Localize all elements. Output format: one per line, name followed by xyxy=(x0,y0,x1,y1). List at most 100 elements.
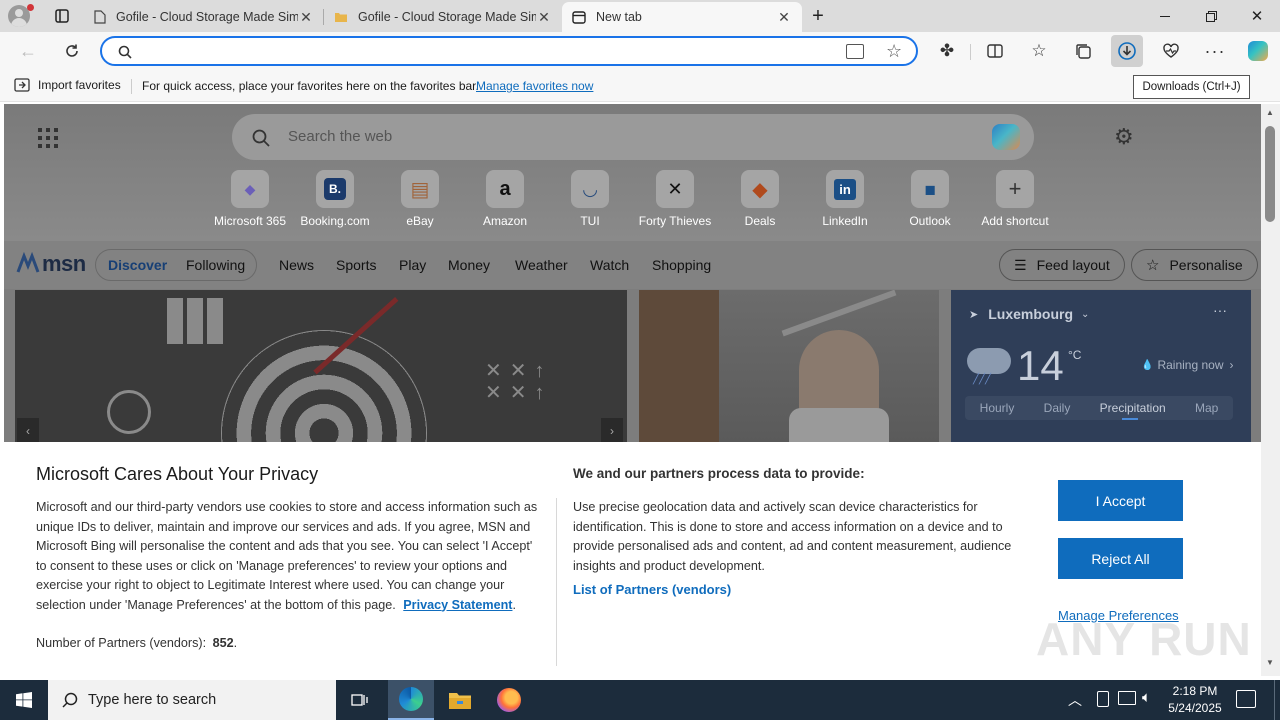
restore-button[interactable] xyxy=(1188,0,1234,32)
weather-condition[interactable]: 💧 Raining now › xyxy=(1141,358,1234,372)
nav-shopping[interactable]: Shopping xyxy=(652,257,711,273)
tray-device-icon[interactable] xyxy=(1097,691,1109,707)
notifications-button[interactable] xyxy=(1236,690,1256,708)
favorite-star-icon[interactable]: ☆ xyxy=(886,41,902,62)
shortcut-linkedin[interactable]: in LinkedIn xyxy=(805,170,885,228)
carousel-prev-button[interactable]: ‹ xyxy=(17,418,39,444)
shortcut-booking[interactable]: B. Booking.com xyxy=(295,170,375,228)
nav-weather[interactable]: Weather xyxy=(515,257,568,273)
news-card-gym[interactable] xyxy=(639,290,939,444)
weather-tab-map[interactable]: Map xyxy=(1195,401,1218,415)
list-of-partners-link[interactable]: List of Partners (vendors) xyxy=(573,582,731,597)
app-launcher-button[interactable] xyxy=(38,128,58,148)
clock[interactable]: 2:18 PM 5/24/2025 xyxy=(1164,683,1226,717)
weather-tab-daily[interactable]: Daily xyxy=(1044,401,1071,415)
close-icon: ✕ xyxy=(1250,8,1264,25)
i-accept-button[interactable]: I Accept xyxy=(1058,480,1183,521)
shortcut-amazon[interactable]: a Amazon xyxy=(465,170,545,228)
tab-gofile-1[interactable]: Gofile - Cloud Storage Made Sim ✕ xyxy=(84,2,324,32)
nav-money[interactable]: Money xyxy=(448,257,490,273)
anyrun-watermark: ANY RUN xyxy=(1036,613,1252,665)
weather-card[interactable]: ➤ Luxembourg ⌄ ··· ╱╱╱ 14 °C 💧 Raining n… xyxy=(951,290,1251,444)
start-button[interactable] xyxy=(0,680,48,720)
favorites-button[interactable]: ☆ xyxy=(1023,35,1055,67)
close-tab-icon[interactable]: ✕ xyxy=(776,9,792,26)
tab-gofile-2[interactable]: Gofile - Cloud Storage Made Sim ✕ xyxy=(324,2,562,32)
nav-news[interactable]: News xyxy=(279,257,314,273)
address-bar[interactable]: ☆ xyxy=(100,36,918,66)
manage-favorites-link[interactable]: Manage favorites now xyxy=(476,79,593,93)
chevron-right-icon: › xyxy=(1229,358,1234,372)
back-button[interactable]: ← xyxy=(12,35,44,67)
minimize-button[interactable] xyxy=(1142,0,1188,32)
msn-logo[interactable]: msn xyxy=(16,251,86,277)
tab-following[interactable]: Following xyxy=(186,257,245,273)
collections-button[interactable] xyxy=(1067,35,1099,67)
taskbar-search-box[interactable]: Type here to search xyxy=(48,680,336,720)
shortcut-microsoft-365[interactable]: ◆ Microsoft 365 xyxy=(210,170,290,228)
copilot-icon[interactable] xyxy=(992,124,1020,150)
downloads-button[interactable] xyxy=(1111,35,1143,67)
weather-tab-precipitation[interactable]: Precipitation xyxy=(1100,401,1166,415)
location-name: Luxembourg xyxy=(988,306,1073,322)
scroll-up-arrow-icon[interactable]: ▲ xyxy=(1266,108,1274,117)
weather-tab-hourly[interactable]: Hourly xyxy=(980,401,1015,415)
volume-icon[interactable]: 🔈︎ xyxy=(1142,689,1151,706)
feed-layout-button[interactable]: ☰ Feed layout xyxy=(999,249,1125,281)
add-shortcut[interactable]: + Add shortcut xyxy=(975,170,1055,228)
target-illustration xyxy=(221,330,427,444)
msn-butterfly-icon xyxy=(16,252,40,273)
settings-more-button[interactable]: ··· xyxy=(1199,35,1231,67)
reject-all-button[interactable]: Reject All xyxy=(1058,538,1183,579)
shortcut-outlook[interactable]: ◼ Outlook xyxy=(890,170,970,228)
nav-sports[interactable]: Sports xyxy=(336,257,376,273)
shortcut-ebay[interactable]: ▤ eBay xyxy=(380,170,460,228)
settings-gear-icon[interactable]: ⚙ xyxy=(1114,124,1134,150)
taskbar-firefox-button[interactable] xyxy=(487,680,531,720)
refresh-button[interactable] xyxy=(56,35,88,67)
network-icon[interactable] xyxy=(1118,691,1136,705)
browser-essentials-button[interactable] xyxy=(1155,35,1187,67)
shortcut-label: eBay xyxy=(406,214,434,228)
page-scrollbar[interactable]: ▲ ▼ xyxy=(1261,104,1280,676)
scrollbar-thumb[interactable] xyxy=(1265,126,1275,222)
taskbar-file-explorer-button[interactable] xyxy=(438,680,482,720)
tray-overflow-chevron-icon[interactable]: ︿ xyxy=(1068,690,1082,710)
shortcut-forty-thieves[interactable]: ✕ Forty Thieves xyxy=(635,170,715,228)
shortcut-label: LinkedIn xyxy=(822,214,868,228)
copilot-button[interactable] xyxy=(1242,35,1274,67)
news-card-target[interactable]: ✕✕↑ ✕✕↑ ‹ › xyxy=(15,290,627,444)
personalise-button[interactable]: ☆ Personalise xyxy=(1131,249,1258,281)
purposes-body: Use precise geolocation data and activel… xyxy=(573,500,1012,573)
consent-body: Microsoft and our third-party vendors us… xyxy=(36,500,538,612)
carousel-next-button[interactable]: › xyxy=(601,418,623,444)
taskbar-edge-button[interactable] xyxy=(388,680,434,720)
shortcut-deals[interactable]: ◆ Deals xyxy=(720,170,800,228)
close-tab-icon[interactable]: ✕ xyxy=(536,9,552,26)
nav-play[interactable]: Play xyxy=(399,257,426,273)
immersive-reader-icon[interactable] xyxy=(846,44,864,59)
close-window-button[interactable]: ✕ xyxy=(1234,0,1280,32)
privacy-statement-link[interactable]: Privacy Statement xyxy=(403,598,512,612)
split-screen-button[interactable] xyxy=(979,35,1011,67)
close-tab-icon[interactable]: ✕ xyxy=(298,9,314,26)
extensions-button[interactable]: ✤ xyxy=(931,35,963,67)
condition-text: Raining now xyxy=(1157,358,1224,372)
task-view-button[interactable] xyxy=(340,680,380,720)
shortcut-label: Amazon xyxy=(482,214,528,228)
tab-actions-button[interactable] xyxy=(50,4,74,28)
new-tab-button[interactable]: + xyxy=(806,4,830,28)
shortcut-tui[interactable]: ◡ TUI xyxy=(550,170,630,228)
import-favorites-button[interactable]: Import favorites xyxy=(14,78,121,92)
weather-tab-bar: Hourly Daily Precipitation Map xyxy=(965,396,1233,420)
tab-new-tab[interactable]: New tab ✕ xyxy=(562,2,802,32)
tab-discover[interactable]: Discover xyxy=(108,257,167,273)
nav-watch[interactable]: Watch xyxy=(590,257,629,273)
scroll-down-arrow-icon[interactable]: ▼ xyxy=(1266,658,1274,667)
weather-more-icon[interactable]: ··· xyxy=(1213,302,1227,318)
weather-location[interactable]: ➤ Luxembourg ⌄ xyxy=(969,306,1089,322)
partners-count-line: Number of Partners (vendors): 852. xyxy=(36,636,238,650)
web-search-box[interactable]: Search the web xyxy=(232,114,1034,160)
show-desktop-strip[interactable] xyxy=(1274,680,1275,720)
plus-icon: + xyxy=(812,4,824,27)
